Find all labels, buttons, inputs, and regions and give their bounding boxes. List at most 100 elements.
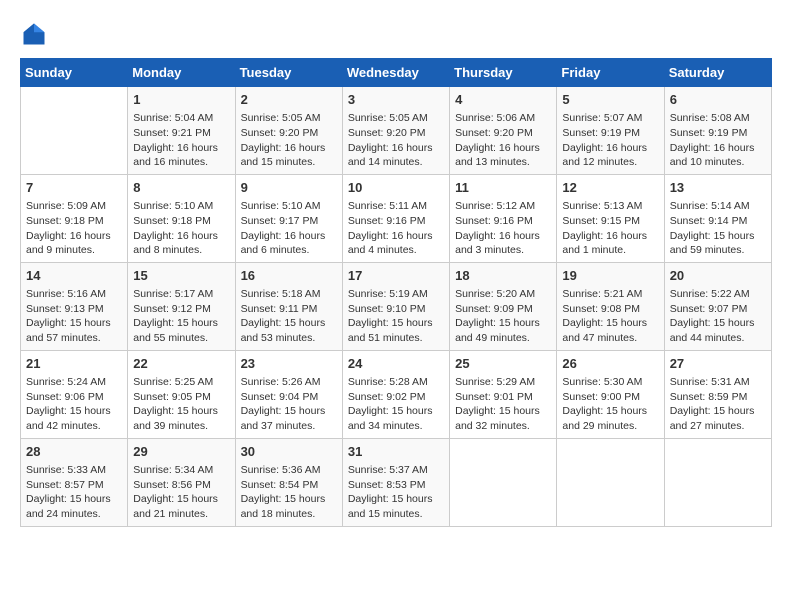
calendar-cell: 26 Sunrise: 5:30 AM Sunset: 9:00 PM Dayli… [557,350,664,438]
calendar-cell: 17Sunrise: 5:19 AM Sunset: 9:10 PM Dayli… [342,262,449,350]
calendar-cell: 29 Sunrise: 5:34 AM Sunset: 8:56 PM Dayli… [128,438,235,526]
day-number: 19 [562,267,658,285]
page-header [20,20,772,48]
day-number: 1 [133,91,229,109]
calendar-cell: 7 Sunrise: 5:09 AM Sunset: 9:18 PM Daylig… [21,174,128,262]
day-number: 10 [348,179,444,197]
calendar-cell: 18Sunrise: 5:20 AM Sunset: 9:09 PM Dayli… [450,262,557,350]
day-info: Sunrise: 5:16 AM Sunset: 9:13 PM Dayligh… [26,287,122,346]
calendar-cell: 28Sunrise: 5:33 AM Sunset: 8:57 PM Dayli… [21,438,128,526]
day-info: Sunrise: 5:30 AM Sunset: 9:00 PM Dayligh… [562,375,658,434]
day-number: 6 [670,91,766,109]
day-number: 27 [670,355,766,373]
day-number: 16 [241,267,337,285]
calendar-cell: 5 Sunrise: 5:07 AM Sunset: 9:19 PM Daylig… [557,87,664,175]
day-number: 4 [455,91,551,109]
weekday-header-saturday: Saturday [664,59,771,87]
day-info: Sunrise: 5:18 AM Sunset: 9:11 PM Dayligh… [241,287,337,346]
day-number: 28 [26,443,122,461]
day-info: Sunrise: 5:21 AM Sunset: 9:08 PM Dayligh… [562,287,658,346]
day-info: Sunrise: 5:24 AM Sunset: 9:06 PM Dayligh… [26,375,122,434]
day-number: 26 [562,355,658,373]
calendar-week-5: 28Sunrise: 5:33 AM Sunset: 8:57 PM Dayli… [21,438,772,526]
calendar-cell [21,87,128,175]
day-number: 25 [455,355,551,373]
day-info: Sunrise: 5:11 AM Sunset: 9:16 PM Dayligh… [348,199,444,258]
day-number: 30 [241,443,337,461]
day-number: 20 [670,267,766,285]
weekday-header-friday: Friday [557,59,664,87]
calendar-cell: 15 Sunrise: 5:17 AM Sunset: 9:12 PM Dayli… [128,262,235,350]
calendar-cell: 10 Sunrise: 5:11 AM Sunset: 9:16 PM Dayli… [342,174,449,262]
day-number: 11 [455,179,551,197]
day-info: Sunrise: 5:29 AM Sunset: 9:01 PM Dayligh… [455,375,551,434]
day-info: Sunrise: 5:09 AM Sunset: 9:18 PM Dayligh… [26,199,122,258]
calendar-table: SundayMondayTuesdayWednesdayThursdayFrid… [20,58,772,527]
weekday-header-thursday: Thursday [450,59,557,87]
day-info: Sunrise: 5:10 AM Sunset: 9:17 PM Dayligh… [241,199,337,258]
calendar-cell: 20 Sunrise: 5:22 AM Sunset: 9:07 PM Dayli… [664,262,771,350]
calendar-header: SundayMondayTuesdayWednesdayThursdayFrid… [21,59,772,87]
day-info: Sunrise: 5:34 AM Sunset: 8:56 PM Dayligh… [133,463,229,522]
weekday-header-tuesday: Tuesday [235,59,342,87]
day-info: Sunrise: 5:36 AM Sunset: 8:54 PM Dayligh… [241,463,337,522]
calendar-cell: 24 Sunrise: 5:28 AM Sunset: 9:02 PM Dayli… [342,350,449,438]
calendar-week-4: 21 Sunrise: 5:24 AM Sunset: 9:06 PM Dayli… [21,350,772,438]
day-number: 21 [26,355,122,373]
calendar-week-1: 1 Sunrise: 5:04 AM Sunset: 9:21 PM Daylig… [21,87,772,175]
weekday-header-wednesday: Wednesday [342,59,449,87]
day-number: 3 [348,91,444,109]
calendar-cell [557,438,664,526]
day-info: Sunrise: 5:05 AM Sunset: 9:20 PM Dayligh… [241,111,337,170]
day-info: Sunrise: 5:26 AM Sunset: 9:04 PM Dayligh… [241,375,337,434]
day-number: 29 [133,443,229,461]
calendar-week-3: 14 Sunrise: 5:16 AM Sunset: 9:13 PM Dayli… [21,262,772,350]
day-number: 7 [26,179,122,197]
calendar-cell: 4 Sunrise: 5:06 AM Sunset: 9:20 PM Daylig… [450,87,557,175]
day-number: 8 [133,179,229,197]
calendar-cell: 31 Sunrise: 5:37 AM Sunset: 8:53 PM Dayli… [342,438,449,526]
day-number: 24 [348,355,444,373]
calendar-cell: 23Sunrise: 5:26 AM Sunset: 9:04 PM Dayli… [235,350,342,438]
weekday-row: SundayMondayTuesdayWednesdayThursdayFrid… [21,59,772,87]
calendar-cell: 30 Sunrise: 5:36 AM Sunset: 8:54 PM Dayli… [235,438,342,526]
day-info: Sunrise: 5:10 AM Sunset: 9:18 PM Dayligh… [133,199,229,258]
day-info: Sunrise: 5:04 AM Sunset: 9:21 PM Dayligh… [133,111,229,170]
calendar-cell: 19 Sunrise: 5:21 AM Sunset: 9:08 PM Dayli… [557,262,664,350]
calendar-cell: 16 Sunrise: 5:18 AM Sunset: 9:11 PM Dayli… [235,262,342,350]
day-number: 14 [26,267,122,285]
calendar-body: 1 Sunrise: 5:04 AM Sunset: 9:21 PM Daylig… [21,87,772,527]
day-number: 31 [348,443,444,461]
calendar-cell: 21 Sunrise: 5:24 AM Sunset: 9:06 PM Dayli… [21,350,128,438]
day-number: 9 [241,179,337,197]
day-info: Sunrise: 5:31 AM Sunset: 8:59 PM Dayligh… [670,375,766,434]
day-number: 5 [562,91,658,109]
day-number: 22 [133,355,229,373]
day-info: Sunrise: 5:19 AM Sunset: 9:10 PM Dayligh… [348,287,444,346]
day-number: 13 [670,179,766,197]
calendar-cell: 25 Sunrise: 5:29 AM Sunset: 9:01 PM Dayli… [450,350,557,438]
day-info: Sunrise: 5:07 AM Sunset: 9:19 PM Dayligh… [562,111,658,170]
day-info: Sunrise: 5:06 AM Sunset: 9:20 PM Dayligh… [455,111,551,170]
calendar-cell: 8 Sunrise: 5:10 AM Sunset: 9:18 PM Daylig… [128,174,235,262]
day-info: Sunrise: 5:22 AM Sunset: 9:07 PM Dayligh… [670,287,766,346]
day-info: Sunrise: 5:37 AM Sunset: 8:53 PM Dayligh… [348,463,444,522]
calendar-cell: 14 Sunrise: 5:16 AM Sunset: 9:13 PM Dayli… [21,262,128,350]
weekday-header-monday: Monday [128,59,235,87]
logo [20,20,52,48]
day-info: Sunrise: 5:14 AM Sunset: 9:14 PM Dayligh… [670,199,766,258]
day-number: 18 [455,267,551,285]
calendar-week-2: 7 Sunrise: 5:09 AM Sunset: 9:18 PM Daylig… [21,174,772,262]
day-info: Sunrise: 5:12 AM Sunset: 9:16 PM Dayligh… [455,199,551,258]
day-info: Sunrise: 5:17 AM Sunset: 9:12 PM Dayligh… [133,287,229,346]
day-info: Sunrise: 5:28 AM Sunset: 9:02 PM Dayligh… [348,375,444,434]
day-info: Sunrise: 5:25 AM Sunset: 9:05 PM Dayligh… [133,375,229,434]
calendar-cell [664,438,771,526]
day-number: 15 [133,267,229,285]
calendar-cell: 9 Sunrise: 5:10 AM Sunset: 9:17 PM Daylig… [235,174,342,262]
calendar-cell: 1 Sunrise: 5:04 AM Sunset: 9:21 PM Daylig… [128,87,235,175]
logo-icon [20,20,48,48]
calendar-cell: 12Sunrise: 5:13 AM Sunset: 9:15 PM Dayli… [557,174,664,262]
calendar-cell: 6Sunrise: 5:08 AM Sunset: 9:19 PM Daylig… [664,87,771,175]
calendar-cell [450,438,557,526]
